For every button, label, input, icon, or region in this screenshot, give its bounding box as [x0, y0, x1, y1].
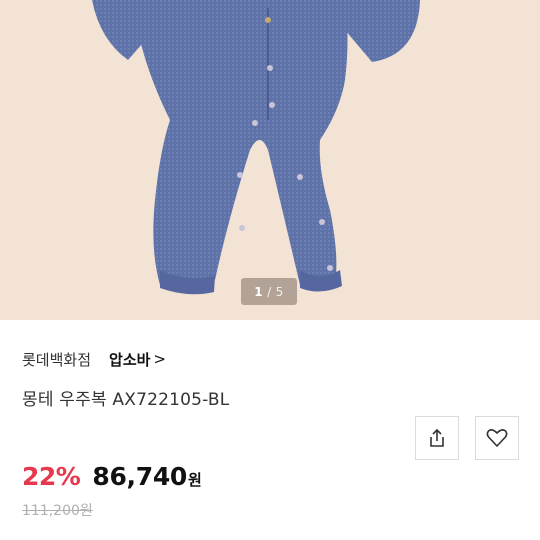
- currency-unit: 원: [188, 471, 202, 489]
- sale-price: 86,740: [92, 462, 188, 491]
- brand-row: 롯데백화점 압소바 >: [22, 346, 166, 372]
- product-image[interactable]: 1 / 5: [0, 0, 540, 320]
- brand-name: 압소바: [109, 350, 151, 369]
- price-row: 22% 86,740 원: [22, 462, 202, 491]
- pager-current: 1: [254, 284, 264, 299]
- brand-link[interactable]: 압소바 >: [109, 349, 166, 370]
- chevron-right-icon: >: [153, 350, 166, 368]
- heart-icon: [486, 429, 508, 447]
- image-pager: 1 / 5: [241, 278, 297, 305]
- pager-total: 5: [275, 284, 284, 299]
- original-price: 111,200원: [22, 503, 93, 519]
- product-title: 몽테 우주복 AX722105-BL: [22, 390, 230, 410]
- store-name: 롯데백화점: [22, 350, 92, 369]
- bodysuit-illustration: [92, 0, 420, 295]
- pager-separator: /: [267, 284, 272, 299]
- share-button[interactable]: [415, 416, 459, 460]
- discount-rate: 22%: [22, 462, 81, 491]
- wishlist-button[interactable]: [475, 416, 519, 460]
- share-icon: [430, 428, 444, 447]
